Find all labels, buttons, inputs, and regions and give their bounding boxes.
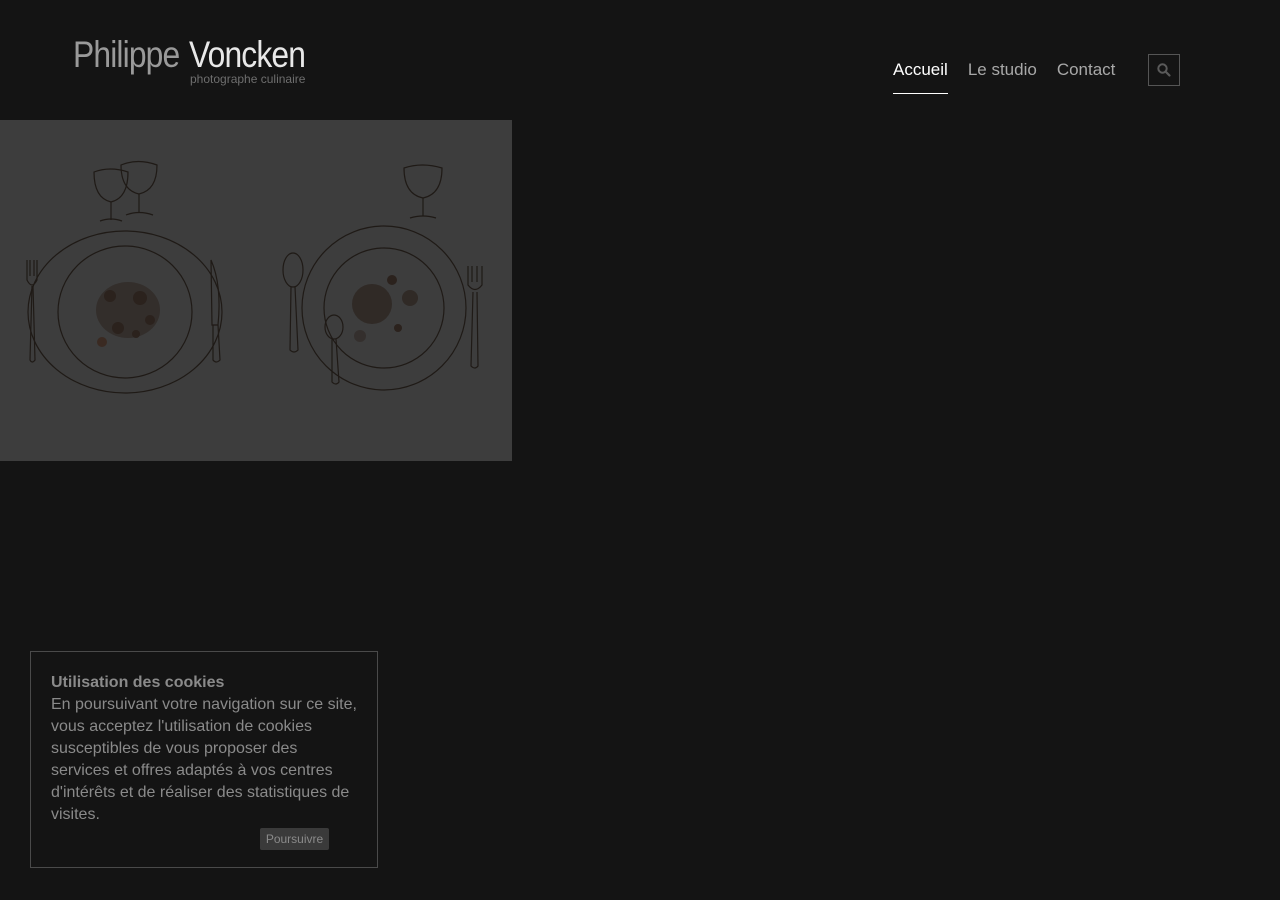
- cookie-banner: Utilisation des cookies En poursuivant v…: [30, 651, 378, 868]
- logo-first-name: Philippe: [73, 34, 180, 75]
- hero-image: [0, 120, 512, 461]
- nav-item-le-studio[interactable]: Le studio: [968, 60, 1037, 94]
- logo-tagline: photographe culinaire: [190, 72, 306, 86]
- search-button[interactable]: [1148, 54, 1180, 86]
- nav-item-contact[interactable]: Contact: [1057, 60, 1116, 94]
- cookie-banner-title: Utilisation des cookies: [51, 674, 225, 691]
- main-nav: Accueil Le studio Contact: [893, 60, 1115, 94]
- table-setting-illustration: [26, 160, 483, 394]
- nav-item-accueil[interactable]: Accueil: [893, 60, 948, 94]
- logo-last-name: Voncken: [189, 34, 306, 75]
- cookie-banner-text: En poursuivant votre navigation sur ce s…: [51, 696, 357, 823]
- site-logo[interactable]: Philippe Voncken photographe culinaire: [73, 32, 313, 92]
- cookie-accept-button[interactable]: Poursuivre: [260, 828, 329, 850]
- search-icon: [1157, 63, 1171, 77]
- page: Philippe Voncken photographe culinaire A…: [0, 0, 1280, 900]
